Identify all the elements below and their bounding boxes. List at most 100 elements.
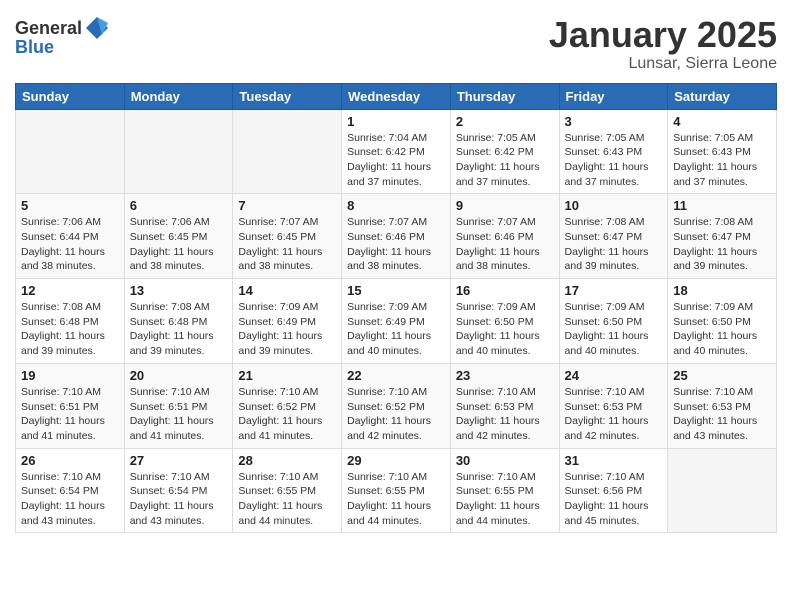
- calendar-cell: 12 Sunrise: 7:08 AM Sunset: 6:48 PM Dayli…: [16, 279, 125, 364]
- logo: General Blue: [15, 15, 112, 58]
- calendar-header-row: SundayMondayTuesdayWednesdayThursdayFrid…: [16, 83, 777, 109]
- day-number: 28: [238, 453, 336, 468]
- day-info: Sunrise: 7:08 AM Sunset: 6:48 PM Dayligh…: [21, 300, 119, 359]
- calendar-cell: 29Sunrise: 7:10 AM Sunset: 6:55 PM Dayli…: [342, 448, 451, 533]
- logo-general-text: General: [15, 18, 82, 39]
- day-info: Sunrise: 7:10 AM Sunset: 6:55 PM Dayligh…: [456, 470, 554, 529]
- calendar-day-header: Friday: [559, 83, 668, 109]
- day-number: 16: [456, 283, 554, 298]
- calendar-cell: 13 Sunrise: 7:08 AM Sunset: 6:48 PM Dayli…: [124, 279, 233, 364]
- day-number: 31: [565, 453, 663, 468]
- day-number: 2: [456, 114, 554, 129]
- logo-icon: [84, 15, 110, 41]
- day-number: 17: [565, 283, 663, 298]
- day-number: 19: [21, 368, 119, 383]
- day-number: 26: [21, 453, 119, 468]
- calendar-cell: 23 Sunrise: 7:10 AM Sunset: 6:53 PM Dayli…: [450, 363, 559, 448]
- day-number: 4: [673, 114, 771, 129]
- location-title: Lunsar, Sierra Leone: [549, 55, 777, 73]
- calendar-cell: 24 Sunrise: 7:10 AM Sunset: 6:53 PM Dayli…: [559, 363, 668, 448]
- calendar-cell: 7 Sunrise: 7:07 AM Sunset: 6:45 PM Daylig…: [233, 194, 342, 279]
- day-info: Sunrise: 7:10 AM Sunset: 6:55 PM Dayligh…: [238, 470, 336, 529]
- day-info: Sunrise: 7:08 AM Sunset: 6:47 PM Dayligh…: [565, 215, 663, 274]
- month-title: January 2025: [549, 15, 777, 55]
- day-number: 15: [347, 283, 445, 298]
- calendar-cell: 6 Sunrise: 7:06 AM Sunset: 6:45 PM Daylig…: [124, 194, 233, 279]
- day-info: Sunrise: 7:10 AM Sunset: 6:52 PM Dayligh…: [347, 385, 445, 444]
- day-number: 14: [238, 283, 336, 298]
- day-info: Sunrise: 7:09 AM Sunset: 6:49 PM Dayligh…: [347, 300, 445, 359]
- calendar-cell: 31 Sunrise: 7:10 AM Sunset: 6:56 PM Dayli…: [559, 448, 668, 533]
- day-info: Sunrise: 7:10 AM Sunset: 6:53 PM Dayligh…: [673, 385, 771, 444]
- day-number: 3: [565, 114, 663, 129]
- day-info: Sunrise: 7:05 AM Sunset: 6:42 PM Dayligh…: [456, 131, 554, 190]
- calendar-cell: 2 Sunrise: 7:05 AM Sunset: 6:42 PM Daylig…: [450, 109, 559, 194]
- day-info: Sunrise: 7:05 AM Sunset: 6:43 PM Dayligh…: [673, 131, 771, 190]
- calendar-week-row: 19 Sunrise: 7:10 AM Sunset: 6:51 PM Dayli…: [16, 363, 777, 448]
- day-info: Sunrise: 7:06 AM Sunset: 6:44 PM Dayligh…: [21, 215, 119, 274]
- calendar-cell: 16Sunrise: 7:09 AM Sunset: 6:50 PM Dayli…: [450, 279, 559, 364]
- day-info: Sunrise: 7:09 AM Sunset: 6:50 PM Dayligh…: [565, 300, 663, 359]
- day-info: Sunrise: 7:05 AM Sunset: 6:43 PM Dayligh…: [565, 131, 663, 190]
- day-info: Sunrise: 7:07 AM Sunset: 6:45 PM Dayligh…: [238, 215, 336, 274]
- day-number: 7: [238, 198, 336, 213]
- day-number: 13: [130, 283, 228, 298]
- day-info: Sunrise: 7:06 AM Sunset: 6:45 PM Dayligh…: [130, 215, 228, 274]
- day-number: 27: [130, 453, 228, 468]
- calendar-cell: 25 Sunrise: 7:10 AM Sunset: 6:53 PM Dayli…: [668, 363, 777, 448]
- title-block: January 2025 Lunsar, Sierra Leone: [549, 15, 777, 73]
- day-number: 1: [347, 114, 445, 129]
- day-number: 6: [130, 198, 228, 213]
- day-info: Sunrise: 7:10 AM Sunset: 6:53 PM Dayligh…: [565, 385, 663, 444]
- calendar-cell: 9 Sunrise: 7:07 AM Sunset: 6:46 PM Daylig…: [450, 194, 559, 279]
- calendar-cell: 18Sunrise: 7:09 AM Sunset: 6:50 PM Dayli…: [668, 279, 777, 364]
- calendar-cell: 8 Sunrise: 7:07 AM Sunset: 6:46 PM Daylig…: [342, 194, 451, 279]
- day-info: Sunrise: 7:10 AM Sunset: 6:56 PM Dayligh…: [565, 470, 663, 529]
- day-number: 24: [565, 368, 663, 383]
- day-info: Sunrise: 7:09 AM Sunset: 6:49 PM Dayligh…: [238, 300, 336, 359]
- calendar-cell: 30 Sunrise: 7:10 AM Sunset: 6:55 PM Dayli…: [450, 448, 559, 533]
- page-header: General Blue January 2025 Lunsar, Sierra…: [15, 15, 777, 73]
- calendar-day-header: Saturday: [668, 83, 777, 109]
- day-number: 25: [673, 368, 771, 383]
- day-info: Sunrise: 7:08 AM Sunset: 6:48 PM Dayligh…: [130, 300, 228, 359]
- day-number: 12: [21, 283, 119, 298]
- calendar-cell: 14 Sunrise: 7:09 AM Sunset: 6:49 PM Dayli…: [233, 279, 342, 364]
- calendar-cell: 20Sunrise: 7:10 AM Sunset: 6:51 PM Dayli…: [124, 363, 233, 448]
- day-info: Sunrise: 7:10 AM Sunset: 6:53 PM Dayligh…: [456, 385, 554, 444]
- day-number: 23: [456, 368, 554, 383]
- calendar-cell: 21Sunrise: 7:10 AM Sunset: 6:52 PM Dayli…: [233, 363, 342, 448]
- day-number: 9: [456, 198, 554, 213]
- day-info: Sunrise: 7:10 AM Sunset: 6:54 PM Dayligh…: [130, 470, 228, 529]
- calendar-cell: [233, 109, 342, 194]
- calendar-cell: 28 Sunrise: 7:10 AM Sunset: 6:55 PM Dayli…: [233, 448, 342, 533]
- day-number: 11: [673, 198, 771, 213]
- day-info: Sunrise: 7:04 AM Sunset: 6:42 PM Dayligh…: [347, 131, 445, 190]
- calendar-cell: 10 Sunrise: 7:08 AM Sunset: 6:47 PM Dayli…: [559, 194, 668, 279]
- calendar-cell: [668, 448, 777, 533]
- day-info: Sunrise: 7:07 AM Sunset: 6:46 PM Dayligh…: [347, 215, 445, 274]
- day-number: 8: [347, 198, 445, 213]
- day-number: 10: [565, 198, 663, 213]
- calendar-cell: 3 Sunrise: 7:05 AM Sunset: 6:43 PM Daylig…: [559, 109, 668, 194]
- day-info: Sunrise: 7:10 AM Sunset: 6:51 PM Dayligh…: [21, 385, 119, 444]
- calendar-cell: 22Sunrise: 7:10 AM Sunset: 6:52 PM Dayli…: [342, 363, 451, 448]
- day-info: Sunrise: 7:10 AM Sunset: 6:54 PM Dayligh…: [21, 470, 119, 529]
- day-info: Sunrise: 7:08 AM Sunset: 6:47 PM Dayligh…: [673, 215, 771, 274]
- calendar-cell: [124, 109, 233, 194]
- calendar-cell: [16, 109, 125, 194]
- calendar-day-header: Thursday: [450, 83, 559, 109]
- day-number: 29: [347, 453, 445, 468]
- day-info: Sunrise: 7:07 AM Sunset: 6:46 PM Dayligh…: [456, 215, 554, 274]
- calendar-day-header: Tuesday: [233, 83, 342, 109]
- calendar-week-row: 1 Sunrise: 7:04 AM Sunset: 6:42 PM Daylig…: [16, 109, 777, 194]
- day-number: 21: [238, 368, 336, 383]
- calendar-cell: 26 Sunrise: 7:10 AM Sunset: 6:54 PM Dayli…: [16, 448, 125, 533]
- day-number: 30: [456, 453, 554, 468]
- calendar-cell: 19 Sunrise: 7:10 AM Sunset: 6:51 PM Dayli…: [16, 363, 125, 448]
- calendar-cell: 17 Sunrise: 7:09 AM Sunset: 6:50 PM Dayli…: [559, 279, 668, 364]
- calendar-day-header: Monday: [124, 83, 233, 109]
- day-number: 18: [673, 283, 771, 298]
- calendar-cell: 1 Sunrise: 7:04 AM Sunset: 6:42 PM Daylig…: [342, 109, 451, 194]
- calendar-cell: 5Sunrise: 7:06 AM Sunset: 6:44 PM Daylig…: [16, 194, 125, 279]
